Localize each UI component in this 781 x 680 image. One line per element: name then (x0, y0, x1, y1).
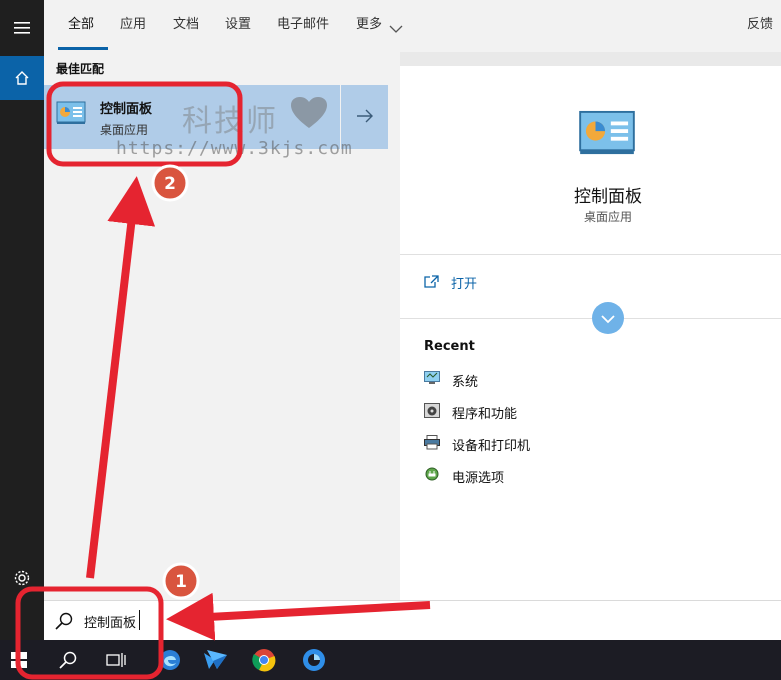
heart-icon (290, 96, 328, 134)
printer-icon (424, 434, 440, 454)
control-panel-icon (56, 101, 86, 129)
recent-item-system[interactable]: 系统 (424, 370, 478, 390)
browser-icon[interactable] (294, 640, 334, 680)
feishu-icon[interactable] (196, 640, 236, 680)
tab-settings[interactable]: 设置 (225, 15, 251, 35)
divider (400, 318, 781, 319)
task-view-icon[interactable] (96, 640, 136, 680)
chevron-down-icon[interactable] (389, 19, 403, 38)
start-icon[interactable] (0, 640, 38, 680)
edge-icon[interactable] (150, 640, 190, 680)
open-label: 打开 (451, 276, 478, 292)
disc-box-icon (424, 402, 440, 422)
best-match-subtitle: 桌面应用 (100, 123, 149, 137)
gear-icon[interactable] (0, 556, 44, 600)
active-tab-indicator (58, 47, 108, 50)
feedback-link[interactable]: 反馈 (747, 15, 773, 35)
recent-item-programs[interactable]: 程序和功能 (424, 402, 517, 422)
expand-button[interactable] (592, 302, 624, 334)
preview-title: 控制面板 (574, 187, 642, 207)
taskbar (0, 640, 781, 680)
divider (400, 254, 781, 255)
tab-apps[interactable]: 应用 (120, 15, 146, 35)
tab-more[interactable]: 更多 (356, 15, 382, 35)
search-input[interactable]: 控制面板 (84, 612, 136, 631)
search-icon[interactable] (48, 640, 88, 680)
recent-item-label: 系统 (452, 374, 479, 390)
control-panel-large-icon (578, 110, 636, 160)
left-rail (0, 0, 44, 640)
open-external-icon (424, 273, 439, 292)
recent-item-label: 电源选项 (452, 470, 505, 486)
search-box[interactable]: 控制面板 (44, 600, 781, 640)
tab-documents[interactable]: 文档 (173, 15, 199, 35)
open-action[interactable]: 打开 (424, 272, 477, 292)
recent-label: Recent (424, 339, 475, 354)
watermark-text: 科技师 (182, 104, 278, 139)
tab-all[interactable]: 全部 (68, 15, 94, 35)
recent-item-label: 程序和功能 (452, 406, 518, 422)
recent-item-label: 设备和打印机 (452, 438, 531, 454)
filter-tab-bar: 全部 应用 文档 设置 电子邮件 更多 反馈 (44, 0, 781, 52)
search-icon (54, 611, 74, 635)
recent-item-power[interactable]: 电源选项 (424, 466, 504, 486)
preview-panel: 控制面板 桌面应用 打开 Recent 系统 程序和功能 设备和打印机 电源选项 (400, 66, 781, 600)
best-match-label: 最佳匹配 (56, 62, 105, 76)
tab-email[interactable]: 电子邮件 (277, 15, 329, 35)
hamburger-icon[interactable] (0, 0, 44, 56)
battery-plug-icon (424, 466, 440, 486)
arrow-right-icon (356, 108, 374, 127)
monitor-icon (424, 371, 440, 389)
chevron-down-icon (601, 309, 615, 328)
chrome-icon[interactable] (244, 640, 284, 680)
home-icon[interactable] (0, 56, 44, 100)
text-caret (139, 610, 140, 630)
watermark-url: https://www.3kjs.com (116, 138, 353, 159)
best-match-title: 控制面板 (100, 102, 153, 117)
recent-item-devices[interactable]: 设备和打印机 (424, 434, 530, 454)
preview-subtitle: 桌面应用 (583, 210, 632, 224)
